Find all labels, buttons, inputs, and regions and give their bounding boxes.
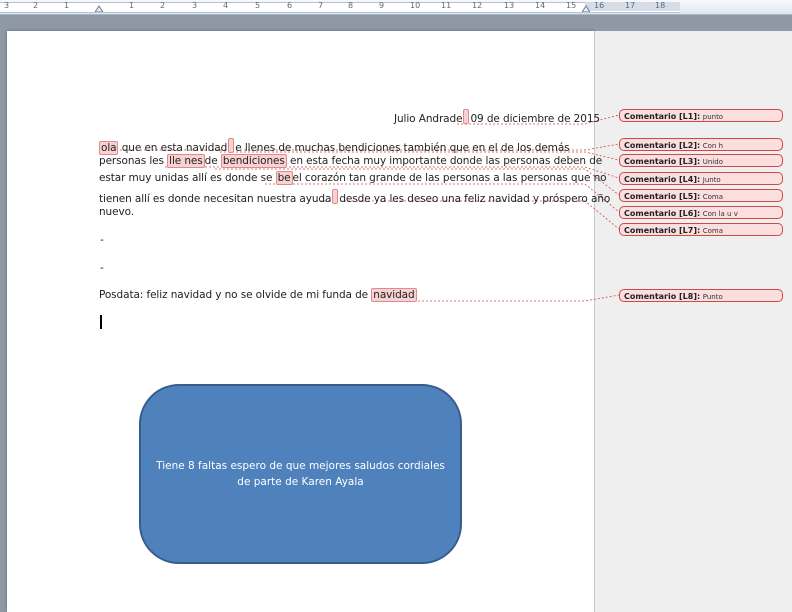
ruler-number: 2 <box>160 1 166 10</box>
ruler-number: 3 <box>192 1 198 10</box>
paragraph-line: ola que en esta navidad e llenes de mucha… <box>99 138 570 155</box>
comment-anchor-l6[interactable]: be <box>275 171 293 185</box>
rounded-rectangle-shape[interactable]: Tiene 8 faltas espero de que mejores sal… <box>139 384 462 564</box>
comment-balloon-l1[interactable]: Comentario [L1]: punto <box>619 109 783 122</box>
comment-anchor-l2[interactable]: ola <box>99 141 119 155</box>
text-run: de <box>204 155 221 167</box>
ruler-number: 7 <box>318 1 324 10</box>
comment-label: Comentario [L4]: <box>624 175 701 184</box>
ruler-number: 10 <box>410 1 421 10</box>
ruler-number: 9 <box>379 1 385 10</box>
comment-text: Punto <box>702 293 723 301</box>
right-indent-marker-icon[interactable] <box>582 4 590 12</box>
comment-balloon-l7[interactable]: Comentario [L7]: Coma <box>619 223 783 236</box>
ruler-number: 6 <box>287 1 293 10</box>
comment-anchor-l3[interactable] <box>228 138 235 153</box>
ruler-number: 3 <box>4 1 10 10</box>
comment-balloon-l2[interactable]: Comentario [L2]: Con h <box>619 138 783 151</box>
comment-text: Con la u v <box>702 210 738 218</box>
text-run: el corazón tan grande de las personas a … <box>292 172 607 184</box>
ruler-number: 13 <box>504 1 515 10</box>
dash-line: - <box>100 234 104 246</box>
posdata-line: Posdata: feliz navidad y no se olvide de… <box>99 288 417 302</box>
ruler-number: 14 <box>535 1 546 10</box>
ruler-number: 18 <box>655 1 666 10</box>
ruler-number: 2 <box>33 1 39 10</box>
comment-label: Comentario [L6]: <box>624 209 701 218</box>
text-run: tienen allí es donde necesitan nuestra a… <box>99 193 332 205</box>
comment-label: Comentario [L7]: <box>624 226 701 235</box>
ruler-number: 16 <box>594 1 605 10</box>
text-run: personas les <box>99 155 168 167</box>
left-indent-marker-icon[interactable] <box>95 4 103 12</box>
comment-text: Coma <box>702 193 724 201</box>
comment-balloon-l4[interactable]: Comentario [L4]: Junto <box>619 172 783 185</box>
text-run: estar muy unidas allí es donde se <box>99 172 276 184</box>
comment-text: punto <box>702 113 724 121</box>
comment-label: Comentario [L5]: <box>624 192 701 201</box>
comment-text: Junto <box>702 176 721 184</box>
comment-balloon-l8[interactable]: Comentario [L8]: Punto <box>619 289 783 302</box>
text-run: en esta fecha muy importante donde las p… <box>286 155 603 167</box>
dash-line: - <box>100 262 104 274</box>
comment-balloon-l5[interactable]: Comentario [L5]: Coma <box>619 189 783 202</box>
ruler-number: 5 <box>255 1 261 10</box>
paragraph-line: nuevo. <box>99 206 134 218</box>
ruler-number: 1 <box>129 1 135 10</box>
comment-anchor-l7[interactable] <box>332 189 339 204</box>
ruler-number: 1 <box>64 1 70 10</box>
ruler-number: 8 <box>348 1 354 10</box>
horizontal-ruler[interactable]: 3 2 1 1 2 3 4 5 6 7 8 9 10 11 12 13 14 1… <box>0 0 792 15</box>
comment-text: Unido <box>702 158 723 166</box>
date-line: Julio Andrade 09 de diciembre de 2015 <box>394 109 600 125</box>
comment-label: Comentario [L8]: <box>624 292 701 301</box>
comment-text: Coma <box>702 227 724 235</box>
ruler-number: 15 <box>566 1 577 10</box>
paragraph-line: tienen allí es donde necesitan nuestra a… <box>99 189 610 205</box>
paragraph-line: estar muy unidas allí es donde se be el c… <box>99 171 607 185</box>
ruler-number: 17 <box>625 1 636 10</box>
comment-balloon-l3[interactable]: Comentario [L3]: Unido <box>619 154 783 167</box>
text-cursor <box>100 315 102 329</box>
text-run: que en esta navidad <box>121 142 228 154</box>
paragraph-line: personas les lle nes de bendiciones en es… <box>99 154 603 168</box>
ruler-number: 4 <box>223 1 229 10</box>
comment-balloon-l6[interactable]: Comentario [L6]: Con la u v <box>619 206 783 219</box>
comment-anchor-l5[interactable]: bendiciones <box>220 154 287 168</box>
comment-anchor-l8[interactable]: navidad <box>371 288 417 302</box>
author-name: Julio Andrade <box>394 113 463 125</box>
text-run: e llenes de muchas bendiciones también q… <box>235 142 570 154</box>
comment-anchor-l1[interactable] <box>463 109 470 124</box>
ruler-number: 11 <box>441 1 452 10</box>
comment-text: Con h <box>702 142 724 150</box>
ruler-number: 12 <box>472 1 483 10</box>
comment-label: Comentario [L2]: <box>624 141 701 150</box>
comment-label: Comentario [L3]: <box>624 157 701 166</box>
text-run: Posdata: feliz navidad y no se olvide de… <box>99 289 372 301</box>
comment-anchor-l4[interactable]: lle nes <box>167 154 205 168</box>
shape-text: Tiene 8 faltas espero de que mejores sal… <box>156 460 445 488</box>
comment-label: Comentario [L1]: <box>624 112 701 121</box>
date-text: 09 de diciembre de 2015 <box>470 113 600 125</box>
text-run: desde ya les deseo una feliz navidad y p… <box>339 193 611 205</box>
